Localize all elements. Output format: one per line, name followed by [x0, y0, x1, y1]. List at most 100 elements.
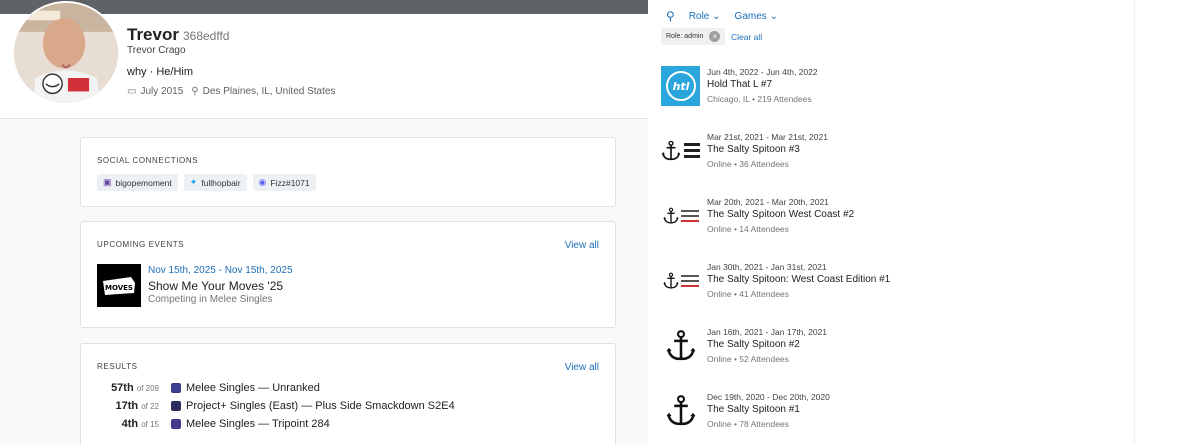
tournament-date: Jan 16th, 2021 - Jan 17th, 2021 — [707, 327, 828, 337]
moves-logo-text: MOVES — [105, 284, 133, 292]
salty-spitoon-logo-icon — [662, 272, 700, 290]
role-chip-label: Role: admin — [666, 33, 704, 40]
profile-meta: ▭ July 2015 ⚲ Des Plaines, IL, United St… — [127, 86, 335, 97]
twitter-icon: ✦ — [189, 177, 198, 187]
anchor-icon — [666, 330, 695, 361]
tournament-thumbnail[interactable] — [661, 261, 700, 301]
event-date: Nov 15th, 2025 - Nov 15th, 2025 — [148, 265, 293, 276]
tournament-date: Mar 21st, 2021 - Mar 21st, 2021 — [707, 132, 828, 142]
name-row: Trevor 368edffd — [127, 25, 229, 45]
discord-link[interactable]: ◉ Fizz#1071 — [252, 174, 316, 191]
avatar[interactable] — [12, 1, 120, 105]
tournament-row[interactable]: Jan 16th, 2021 - Jan 17th, 2021 The Salt… — [661, 326, 1181, 368]
tournament-date: Jan 30th, 2021 - Jan 31st, 2021 — [707, 262, 827, 272]
event-thumbnail[interactable]: MOVES — [97, 264, 141, 307]
result-event: Project+ Singles (East) — Plus Side Smac… — [186, 400, 455, 412]
svg-text:htl: htl — [672, 80, 689, 93]
tournament-date: Jun 4th, 2022 - Jun 4th, 2022 — [707, 67, 818, 77]
tournament-name[interactable]: Hold That L #7 — [707, 79, 772, 90]
tournament-name[interactable]: The Salty Spitoon West Coast #2 — [707, 209, 854, 220]
anchor-icon — [661, 140, 681, 161]
profile-bio: why · He/Him — [127, 66, 194, 78]
tournament-thumbnail[interactable] — [661, 196, 700, 236]
tournament-date: Mar 20th, 2021 - Mar 20th, 2021 — [707, 197, 829, 207]
calendar-icon: ▭ — [127, 86, 137, 97]
games-filter-dropdown[interactable]: Games ⌄ — [735, 11, 778, 22]
avatar-photo — [14, 3, 118, 103]
tournament-name[interactable]: The Salty Spitoon #3 — [707, 144, 800, 155]
tournament-row[interactable]: htl Jun 4th, 2022 - Jun 4th, 2022 Hold T… — [661, 66, 1181, 108]
results-title: RESULTS — [97, 362, 138, 371]
social-connections-card: SOCIAL CONNECTIONS ▣ bigopemoment ✦ full… — [80, 137, 616, 207]
salty-spitoon-logo-icon — [660, 139, 701, 163]
tournament-row[interactable]: Jan 30th, 2021 - Jan 31st, 2021 The Salt… — [661, 261, 1181, 303]
result-event: Melee Singles — Unranked — [186, 382, 320, 394]
twitch-label: bigopemoment — [115, 177, 172, 188]
chevron-down-icon: ⌄ — [712, 10, 721, 22]
tournament-thumbnail[interactable]: htl — [661, 66, 700, 106]
tournament-date: Dec 19th, 2020 - Dec 20th, 2020 — [707, 392, 830, 402]
game-icon — [171, 383, 181, 393]
tournament-name[interactable]: The Salty Spitoon #2 — [707, 339, 800, 350]
anchor-icon — [662, 272, 679, 289]
social-links: ▣ bigopemoment ✦ fullhopbair ◉ Fizz#1071 — [97, 174, 316, 191]
profile-tag: 368edffd — [182, 29, 230, 43]
result-placement: 17th of 22 — [115, 400, 159, 412]
tournament-thumbnail[interactable] — [661, 391, 700, 431]
tournament-name[interactable]: The Salty Spitoon #1 — [707, 404, 800, 415]
clear-all-link[interactable]: Clear all — [731, 32, 762, 42]
game-icon — [171, 401, 181, 411]
moves-logo-icon: MOVES — [103, 276, 135, 295]
profile-real-name: Trevor Crago — [127, 45, 186, 56]
result-placement: 4th of 15 — [121, 418, 159, 430]
tournament-subtitle: Chicago, IL • 219 Attendees — [707, 94, 812, 104]
result-event: Melee Singles — Tripoint 284 — [186, 418, 330, 430]
social-connections-title: SOCIAL CONNECTIONS — [97, 156, 199, 165]
tournament-subtitle: Online • 52 Attendees — [707, 354, 789, 364]
role-filter-dropdown[interactable]: Role ⌄ — [689, 11, 721, 22]
discord-icon: ◉ — [258, 177, 267, 187]
discord-label: Fizz#1071 — [270, 177, 310, 188]
profile-header: Trevor 368edffd Trevor Crago why · He/Hi… — [0, 1, 648, 119]
twitter-label: fullhopbair — [201, 177, 241, 188]
salty-spitoon-logo-icon — [662, 207, 700, 225]
result-row[interactable]: 57th of 209 Melee Singles — Unranked — [97, 380, 597, 396]
result-placement: 57th of 209 — [111, 382, 159, 394]
joined-date: July 2015 — [140, 86, 184, 97]
anchor-icon — [662, 207, 679, 224]
tournament-row[interactable]: Mar 21st, 2021 - Mar 21st, 2021 The Salt… — [661, 131, 1181, 173]
twitter-link[interactable]: ✦ fullhopbair — [183, 174, 247, 191]
chevron-down-icon: ⌄ — [769, 10, 778, 22]
tournament-name[interactable]: The Salty Spitoon: West Coast Edition #1 — [707, 274, 890, 285]
results-view-all-link[interactable]: View all — [565, 362, 599, 373]
upcoming-events-title: UPCOMING EVENTS — [97, 240, 185, 249]
role-filter-chip: Role: admin × — [661, 28, 726, 45]
upcoming-view-all-link[interactable]: View all — [565, 240, 599, 251]
event-name[interactable]: Show Me Your Moves '25 — [148, 279, 283, 293]
tournament-subtitle: Online • 78 Attendees — [707, 419, 789, 429]
search-icon[interactable]: ⚲ — [666, 9, 675, 23]
filter-bar: ⚲ Role ⌄ Games ⌄ — [666, 9, 778, 23]
tournament-thumbnail[interactable] — [661, 326, 700, 366]
tournament-subtitle: Online • 14 Attendees — [707, 224, 789, 234]
profile-name: Trevor — [127, 25, 179, 44]
htl-logo-icon: htl — [661, 66, 700, 106]
tournament-row[interactable]: Dec 19th, 2020 - Dec 20th, 2020 The Salt… — [661, 391, 1181, 433]
tournament-list-pane: ⚲ Role ⌄ Games ⌄ Role: admin × Clear all… — [648, 0, 1200, 445]
tournament-subtitle: Online • 41 Attendees — [707, 289, 789, 299]
tournament-thumbnail[interactable] — [661, 131, 700, 171]
result-row[interactable]: 17th of 22 Project+ Singles (East) — Plu… — [97, 398, 597, 414]
profile-location: Des Plaines, IL, United States — [202, 86, 336, 97]
tournament-row[interactable]: Mar 20th, 2021 - Mar 20th, 2021 The Salt… — [661, 196, 1181, 238]
divider — [1134, 0, 1135, 445]
game-icon — [171, 419, 181, 429]
event-subtitle: Competing in Melee Singles — [148, 294, 273, 305]
upcoming-events-card: UPCOMING EVENTS View all MOVES Nov 15th,… — [80, 221, 616, 328]
close-icon[interactable]: × — [709, 31, 721, 42]
twitch-link[interactable]: ▣ bigopemoment — [97, 174, 178, 191]
twitch-icon: ▣ — [103, 177, 112, 187]
tournament-subtitle: Online • 36 Attendees — [707, 159, 789, 169]
location-pin-icon: ⚲ — [191, 86, 199, 97]
result-row[interactable]: 4th of 15 Melee Singles — Tripoint 284 — [97, 416, 597, 432]
anchor-icon — [666, 395, 695, 426]
